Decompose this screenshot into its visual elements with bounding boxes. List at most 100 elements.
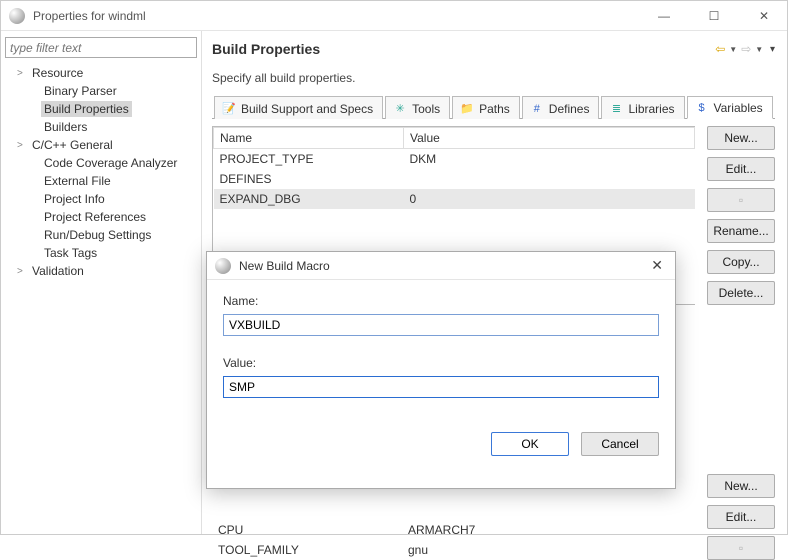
cell-value: 0 — [404, 189, 695, 209]
page-description: Specify all build properties. — [212, 71, 775, 85]
value-label: Value: — [223, 356, 659, 370]
tree-item-project-references[interactable]: Project References — [11, 208, 201, 226]
tree-item-validation[interactable]: >Validation — [11, 262, 201, 280]
tree-item-label: Resource — [29, 65, 86, 81]
caret-icon: > — [17, 68, 29, 79]
nav-tree: >ResourceBinary ParserBuild PropertiesBu… — [1, 64, 201, 280]
tree-item-build-properties[interactable]: Build Properties — [11, 100, 201, 118]
tree-item-label: External File — [41, 173, 114, 189]
caret-icon: > — [17, 266, 29, 277]
col-value[interactable]: Value — [404, 128, 695, 149]
tab-variables[interactable]: $ Variables — [687, 96, 773, 119]
tree-item-run-debug-settings[interactable]: Run/Debug Settings — [11, 226, 201, 244]
table-buttons-lower: New... Edit... ▫ — [707, 474, 775, 560]
tree-item-binary-parser[interactable]: Binary Parser — [11, 82, 201, 100]
table-row[interactable]: TOOL_FAMILYgnu — [212, 540, 695, 560]
tree-item-label: Project References — [41, 209, 149, 225]
table-row[interactable]: CPUARMARCH7 — [212, 520, 695, 540]
tree-item-c-c-general[interactable]: >C/C++ General — [11, 136, 201, 154]
tree-item-label: Binary Parser — [41, 83, 120, 99]
cell-name: TOOL_FAMILY — [218, 543, 408, 557]
dialog-titlebar: New Build Macro ✕ — [207, 252, 675, 280]
dialog-icon — [215, 258, 231, 274]
nav-menu-icon[interactable]: ▾ — [767, 44, 775, 55]
tab-libraries[interactable]: ≣ Libraries — [601, 96, 684, 119]
tab-bar: 📝 Build Support and Specs ✳ Tools 📁Paths # Def… — [212, 95, 775, 119]
tab-label: Build Support and Specs — [241, 102, 373, 116]
name-label: Name: — [223, 294, 659, 308]
page-heading: Build Properties — [212, 41, 715, 57]
sidebar: >ResourceBinary ParserBuild PropertiesBu… — [1, 31, 202, 534]
variables-icon: $ — [695, 101, 709, 115]
delete-button[interactable]: Delete... — [707, 281, 775, 305]
nav-back-icon[interactable]: ⇦ — [715, 42, 725, 56]
name-input[interactable] — [223, 314, 659, 336]
dialog-title: New Build Macro — [239, 259, 647, 273]
ok-button[interactable]: OK — [491, 432, 569, 456]
window-minimize[interactable]: — — [649, 9, 679, 23]
new-button-2[interactable]: New... — [707, 474, 775, 498]
cell-name: DEFINES — [214, 169, 404, 189]
browse-button: ▫ — [707, 188, 775, 212]
build-support-and-specs-icon: 📝 — [222, 102, 236, 116]
tab-tools[interactable]: ✳ Tools — [385, 96, 450, 119]
dialog-close[interactable]: ✕ — [647, 257, 667, 274]
copy-button[interactable]: Copy... — [707, 250, 775, 274]
tree-item-label: Builders — [41, 119, 90, 135]
tab-label: Libraries — [628, 102, 674, 116]
caret-icon: > — [17, 140, 29, 151]
tab-label: Variables — [714, 101, 763, 115]
window-maximize[interactable]: ☐ — [699, 9, 729, 23]
filter-input[interactable] — [5, 37, 197, 58]
cell-value: gnu — [408, 543, 428, 557]
table-row[interactable]: PROJECT_TYPEDKM — [214, 149, 695, 170]
tree-item-label: Task Tags — [41, 245, 100, 261]
tree-item-builders[interactable]: Builders — [11, 118, 201, 136]
cell-value: DKM — [404, 149, 695, 170]
cancel-button[interactable]: Cancel — [581, 432, 659, 456]
table-row[interactable]: EXPAND_DBG0 — [214, 189, 695, 209]
tree-item-code-coverage-analyzer[interactable]: Code Coverage Analyzer — [11, 154, 201, 172]
cell-value — [404, 169, 695, 189]
nav-back-dropdown[interactable]: ▼ — [729, 45, 737, 54]
tab-build-support-and-specs[interactable]: 📝 Build Support and Specs — [214, 96, 383, 119]
tree-item-label: Project Info — [41, 191, 108, 207]
cell-name: PROJECT_TYPE — [214, 149, 404, 170]
tab-label: Tools — [412, 102, 440, 116]
window-close[interactable]: ✕ — [749, 9, 779, 23]
table-row[interactable]: DEFINES — [214, 169, 695, 189]
tree-item-resource[interactable]: >Resource — [11, 64, 201, 82]
new-button[interactable]: New... — [707, 126, 775, 150]
defines-icon: # — [530, 102, 544, 116]
libraries-icon: ≣ — [609, 102, 623, 116]
tools-icon: ✳ — [393, 102, 407, 116]
col-name[interactable]: Name — [214, 128, 404, 149]
tab-label: Defines — [549, 102, 590, 116]
tree-item-label: Validation — [29, 263, 87, 279]
app-icon — [9, 8, 25, 24]
value-input[interactable] — [223, 376, 659, 398]
nav-arrows: ⇦ ▼ ⇨ ▼ ▾ — [715, 42, 775, 56]
tree-item-task-tags[interactable]: Task Tags — [11, 244, 201, 262]
window-titlebar: Properties for windml — ☐ ✕ — [1, 1, 787, 31]
tree-item-external-file[interactable]: External File — [11, 172, 201, 190]
rename-button[interactable]: Rename... — [707, 219, 775, 243]
tree-item-label: Build Properties — [41, 101, 132, 117]
tree-item-label: C/C++ General — [29, 137, 116, 153]
tab-defines[interactable]: # Defines — [522, 96, 600, 119]
edit-button-2[interactable]: Edit... — [707, 505, 775, 529]
variables-table: Name Value PROJECT_TYPEDKMDEFINESEXPAND_… — [213, 127, 695, 209]
tree-item-label: Run/Debug Settings — [41, 227, 154, 243]
dialog: New Build Macro ✕ Name: Value: OK Cancel — [206, 251, 676, 489]
tree-item-label: Code Coverage Analyzer — [41, 155, 180, 171]
lower-rows: CPUARMARCH7TOOL_FAMILYgnu — [212, 520, 695, 560]
tree-item-project-info[interactable]: Project Info — [11, 190, 201, 208]
table-buttons: New... Edit... ▫ Rename... Copy... Delet… — [695, 126, 775, 305]
nav-forward-icon[interactable]: ⇨ — [741, 42, 751, 56]
tab-paths[interactable]: 📁Paths — [452, 96, 520, 119]
browse-button-2: ▫ — [707, 536, 775, 560]
window-title: Properties for windml — [33, 9, 649, 23]
paths-icon: 📁 — [460, 102, 474, 116]
nav-forward-dropdown[interactable]: ▼ — [755, 45, 763, 54]
edit-button[interactable]: Edit... — [707, 157, 775, 181]
